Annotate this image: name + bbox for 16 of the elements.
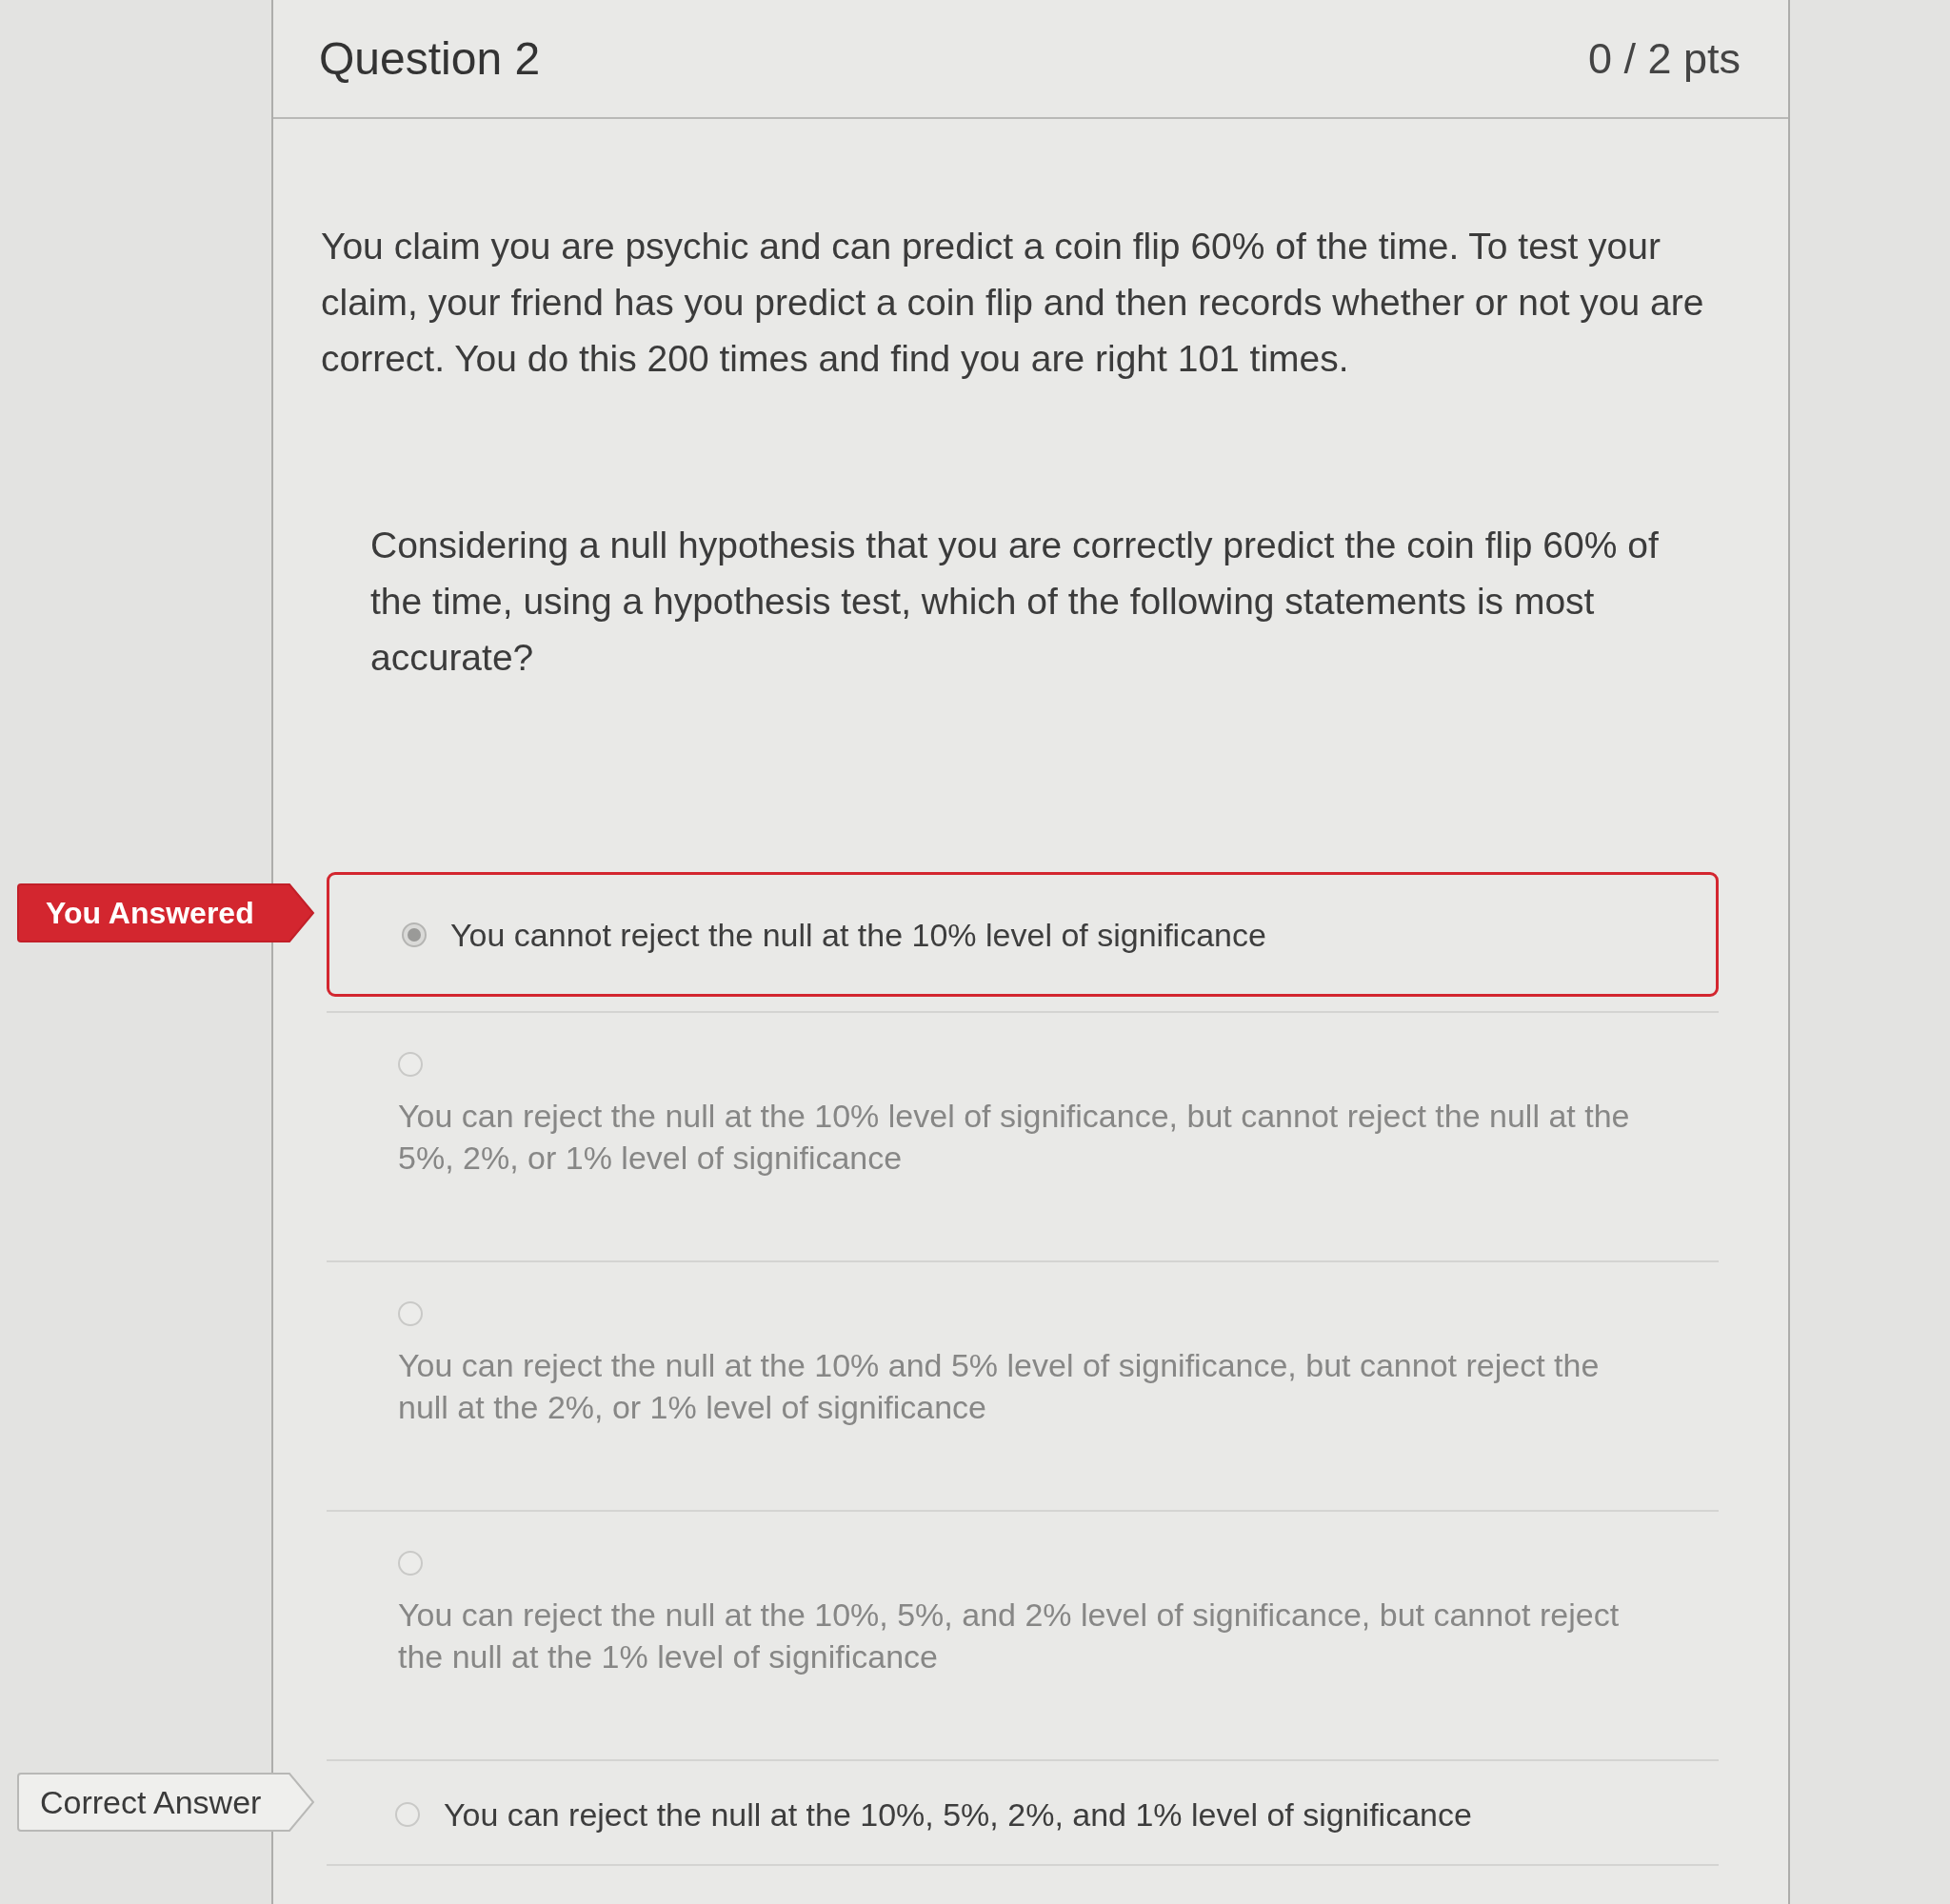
- correct-answer-label: Correct Answer: [17, 1773, 315, 1832]
- question-text: You claim you are psychic and can predict a coin flip 60% of the time. To test your claim, your friend has you predict a coin flip and then records whether or not you are correct. You do this 200 times and find you are right 101 times.: [321, 225, 1705, 381]
- radio-button[interactable]: [402, 922, 427, 947]
- radio-button[interactable]: [395, 1802, 420, 1827]
- radio-button[interactable]: [398, 1301, 423, 1326]
- you-answered-label: You Answered: [17, 883, 315, 942]
- points-score: 0 / 2 pts: [1587, 32, 1741, 85]
- answer-text: You can reject the null at the 10% and 5% level of significance, but cannot reject the null at the 2%, or 1% level of significance: [398, 1346, 1601, 1427]
- question-title: Question 2: [319, 31, 541, 86]
- radio-button[interactable]: [398, 1551, 423, 1576]
- answer-text: You cannot reject the null at the 10% level of significance: [450, 915, 1266, 955]
- radio-button[interactable]: [398, 1052, 423, 1077]
- question-prompt: Considering a null hypothesis that you are correctly predict the coin flip 60% of the time, using a hypothesis test, which of the following statements is most accurate?: [370, 524, 1660, 680]
- answer-text: You can reject the null at the 10%, 5%, 2%, and 1% level of significance: [444, 1795, 1472, 1835]
- answer-text: You can reject the null at the 10%, 5%, and 2% level of significance, but cannot reject the null at the 1% level of significance: [398, 1596, 1621, 1676]
- answer-text: You can reject the null at the 10% level of significance, but cannot reject the null at the 5%, 2%, or 1% level of significance: [398, 1097, 1631, 1178]
